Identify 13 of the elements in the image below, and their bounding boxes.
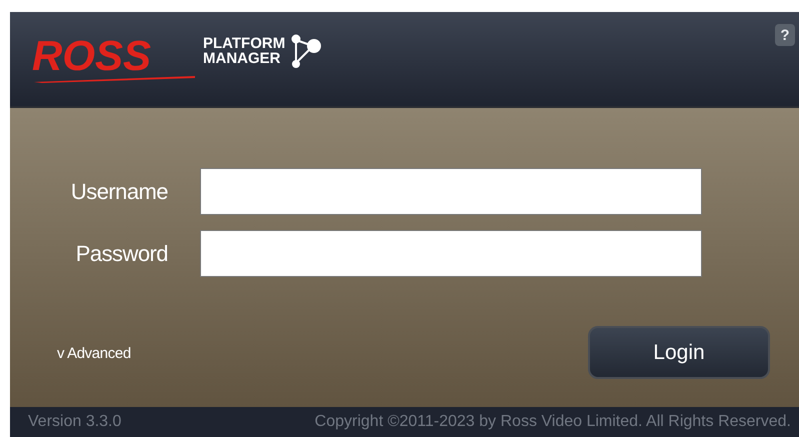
password-field[interactable] — [200, 230, 702, 277]
copyright-text: Copyright ©2011-2023 by Ross Video Limited. All Rights Reserved. — [314, 412, 791, 432]
field-label: Username — [70, 178, 169, 206]
logo-wordmark: ROSS — [32, 35, 152, 77]
logo-product-text: MANAGER — [203, 51, 282, 66]
username-field[interactable] — [200, 168, 702, 215]
login-button[interactable]: Login — [588, 326, 770, 379]
version-text: Version 3.3.0 — [28, 412, 122, 432]
advanced-toggle[interactable]: v Advanced — [57, 343, 131, 366]
network-nodes-icon — [291, 34, 322, 68]
logo-product-text: PLATFORM — [203, 36, 286, 51]
help-button[interactable]: ? — [775, 24, 795, 46]
field-label: Password — [74, 240, 169, 268]
